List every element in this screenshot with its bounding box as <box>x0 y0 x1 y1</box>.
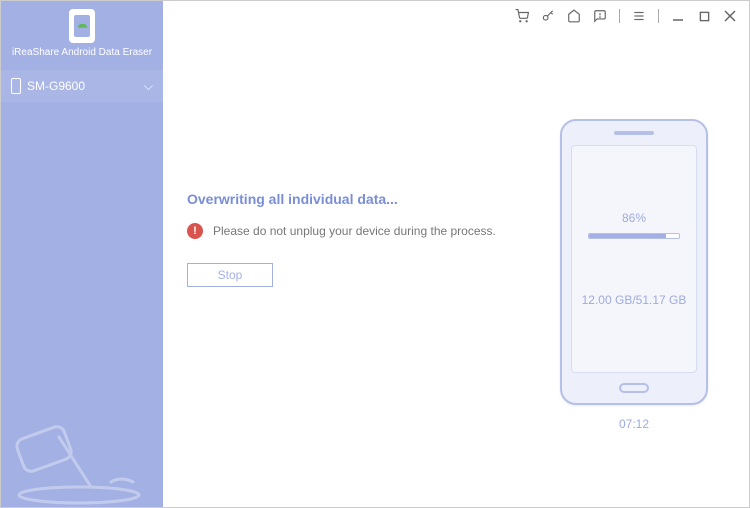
feedback-icon[interactable] <box>593 9 607 23</box>
minimize-icon[interactable] <box>671 9 685 23</box>
separator <box>658 9 659 23</box>
close-icon[interactable] <box>723 9 737 23</box>
warning-row: ! Please do not unplug your device durin… <box>187 223 539 239</box>
phone-screen: 86% 12.00 GB/51.17 GB <box>571 145 697 373</box>
device-name: SM-G9600 <box>27 79 85 93</box>
app-window: iReaShare Android Data Eraser SM-G9600 ⌵ <box>0 0 750 508</box>
logo-area: iReaShare Android Data Eraser <box>1 1 163 64</box>
warning-text: Please do not unplug your device during … <box>213 224 496 238</box>
menu-icon[interactable] <box>632 9 646 23</box>
titlebar <box>163 1 749 31</box>
elapsed-time: 07:12 <box>619 417 649 431</box>
maximize-icon[interactable] <box>697 9 711 23</box>
device-illustration: 86% 12.00 GB/51.17 GB <box>560 119 708 405</box>
status-title: Overwriting all individual data... <box>187 191 539 207</box>
main-area: Overwriting all individual data... ! Ple… <box>163 1 749 507</box>
stop-button[interactable]: Stop <box>187 263 273 287</box>
phone-speaker <box>614 131 654 135</box>
phone-home-button <box>619 383 649 393</box>
storage-text: 12.00 GB/51.17 GB <box>582 293 687 307</box>
device-selector[interactable]: SM-G9600 ⌵ <box>1 70 163 102</box>
progress-percent: 86% <box>622 211 646 225</box>
device-column: 86% 12.00 GB/51.17 GB 07:12 <box>539 71 729 497</box>
status-column: Overwriting all individual data... ! Ple… <box>187 71 539 497</box>
home-icon[interactable] <box>567 9 581 23</box>
eraser-illustration <box>1 367 161 507</box>
progress-bar <box>588 233 680 239</box>
sidebar: iReaShare Android Data Eraser SM-G9600 ⌵ <box>1 1 163 507</box>
content: Overwriting all individual data... ! Ple… <box>163 31 749 507</box>
product-name: iReaShare Android Data Eraser <box>12 47 152 58</box>
progress-bar-fill <box>589 234 666 238</box>
key-icon[interactable] <box>541 9 555 23</box>
phone-icon <box>11 78 21 94</box>
app-logo-icon <box>69 9 95 43</box>
separator <box>619 9 620 23</box>
cart-icon[interactable] <box>515 9 529 23</box>
chevron-down-icon: ⌵ <box>144 79 153 94</box>
warning-icon: ! <box>187 223 203 239</box>
